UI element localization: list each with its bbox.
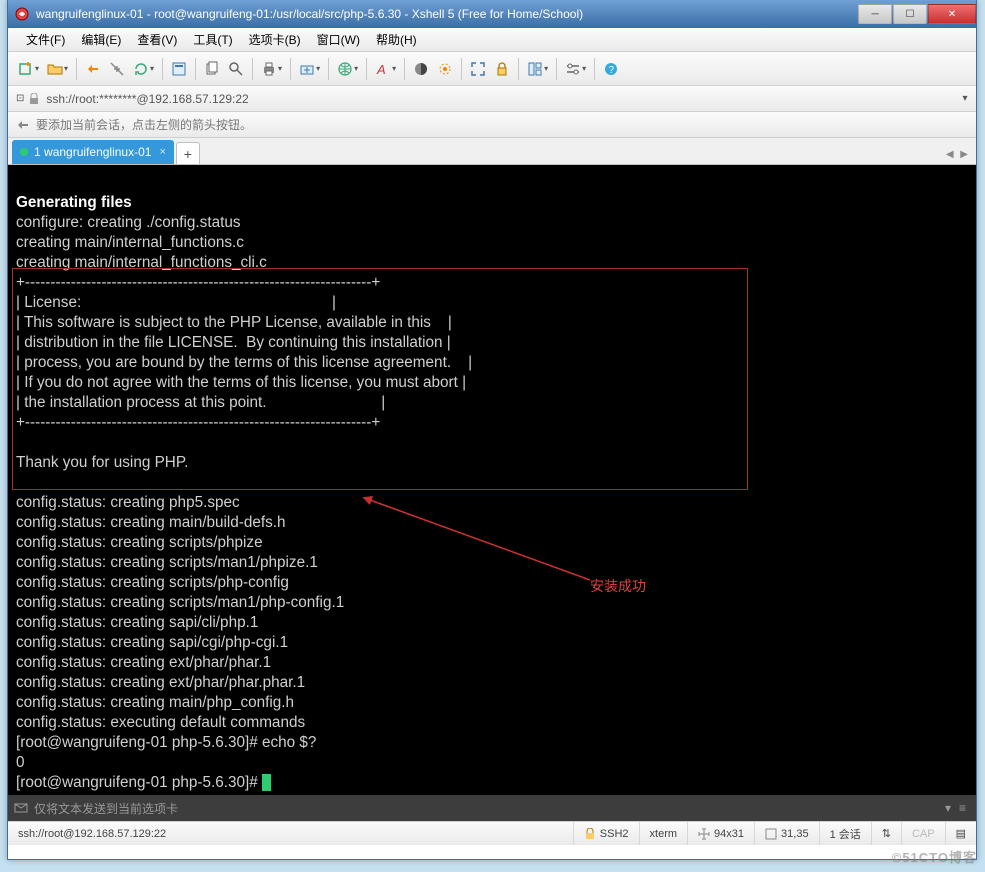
menu-tools[interactable]: 工具(T) [185,28,240,51]
hint-bar: 要添加当前会话，点击左侧的箭头按钮。 [8,112,976,138]
titlebar: wangruifenglinux-01 - root@wangruifeng-0… [8,0,976,28]
session-tab[interactable]: 1 wangruifenglinux-01 × [12,140,174,164]
menubar: 文件(F) 编辑(E) 查看(V) 工具(T) 选项卡(B) 窗口(W) 帮助(… [8,28,976,52]
addr-dropdown-icon[interactable]: ⊡ [16,93,24,104]
send-icon [14,801,28,815]
status-protocol: SSH2 [574,822,640,845]
tab-label: wangruifenglinux-01 [44,145,151,159]
new-session-button[interactable]: ▾ [15,57,42,81]
lock-button[interactable] [491,57,513,81]
address-input[interactable] [44,90,954,108]
menu-help[interactable]: 帮助(H) [368,28,425,51]
terminal[interactable]: Generating filesconfigure: creating ./co… [8,165,976,795]
svg-text:A: A [376,62,386,77]
options-button[interactable]: ▾ [562,57,589,81]
open-button[interactable]: ▾ [44,57,71,81]
send-menu-button[interactable]: ≡ [955,799,970,817]
close-button[interactable]: ✕ [928,4,976,24]
window-controls: ─ ☐ ✕ [857,4,976,24]
watermark: ©51CTO博客 [892,847,977,866]
app-icon [14,6,30,22]
send-dropdown-button[interactable]: ▾ [941,799,955,817]
menu-view[interactable]: 查看(V) [129,28,185,51]
minimize-button[interactable]: ─ [858,4,892,24]
tab-index: 1 [34,145,41,159]
tab-close-icon[interactable]: × [159,146,165,158]
globe-button[interactable]: ▾ [334,57,361,81]
send-bar: 仅将文本发送到当前选项卡 ▾ ≡ [8,795,976,821]
fullscreen-button[interactable] [467,57,489,81]
status-connection: ssh://root@192.168.57.129:22 [8,822,574,845]
tab-bar: 1 wangruifenglinux-01 × + ◀ ▶ [8,138,976,165]
menu-window[interactable]: 窗口(W) [309,28,368,51]
maximize-button[interactable]: ☐ [893,4,927,24]
properties-button[interactable] [168,57,190,81]
status-size: 94x31 [688,822,755,845]
status-num-icon: ▤ [946,822,976,845]
status-up-icon: ⇅ [872,822,902,845]
tab-nav[interactable]: ◀ ▶ [946,149,970,160]
copy-button[interactable] [201,57,223,81]
menu-tabs[interactable]: 选项卡(B) [241,28,309,51]
status-cap: CAP [902,822,946,845]
status-bar: ssh://root@192.168.57.129:22 SSH2 xterm … [8,821,976,845]
status-dot-icon [20,148,28,156]
menu-edit[interactable]: 编辑(E) [73,28,129,51]
menu-file[interactable]: 文件(F) [18,28,73,51]
find-button[interactable] [225,57,247,81]
hint-text: 要添加当前会话，点击左侧的箭头按钮。 [36,116,252,133]
address-bar: ⊡ ▾ [8,86,976,112]
addr-dropdown-button[interactable]: ▾ [954,93,976,104]
new-tab-button[interactable]: + [176,142,200,164]
send-text: 仅将文本发送到当前选项卡 [34,800,178,817]
connect-button[interactable] [82,57,104,81]
ftp-button[interactable]: ▾ [296,57,323,81]
window-title: wangruifenglinux-01 - root@wangruifeng-0… [36,7,857,21]
print-button[interactable]: ▾ [258,57,285,81]
annotation-label: 安装成功 [590,578,646,598]
toolbar: ▾ ▾ ▾ ▾ ▾ ▾ A▾ ▾ ▾ ? [8,52,976,86]
layout-button[interactable]: ▾ [524,57,551,81]
font-button[interactable]: A▾ [372,57,399,81]
disconnect-button[interactable] [106,57,128,81]
app-window: wangruifenglinux-01 - root@wangruifeng-0… [7,0,977,860]
status-term: xterm [640,822,689,845]
svg-text:?: ? [609,65,615,76]
status-sessions: 1 会话 [820,822,872,845]
highlight-button[interactable] [434,57,456,81]
help-button[interactable]: ? [600,57,622,81]
lock-icon [28,93,40,105]
status-pos: 31,35 [755,822,820,845]
color-button[interactable] [410,57,432,81]
hint-icon [16,118,30,132]
reconnect-button[interactable]: ▾ [130,57,157,81]
